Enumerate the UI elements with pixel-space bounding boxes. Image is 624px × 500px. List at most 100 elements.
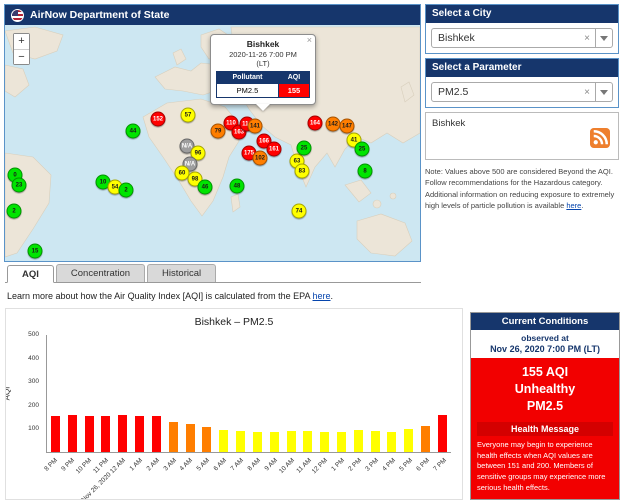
chart-bar[interactable] xyxy=(168,422,178,452)
aqi-map-marker[interactable]: 2 xyxy=(6,203,22,219)
current-pollutant: PM2.5 xyxy=(526,398,564,413)
chart-bar[interactable] xyxy=(303,431,313,452)
chart-bar[interactable] xyxy=(202,427,212,452)
chart-bar[interactable] xyxy=(135,416,145,452)
aqi-map-marker[interactable]: 57 xyxy=(180,107,196,123)
aqi-status-block: 155 AQI Unhealthy PM2.5 Health Message E… xyxy=(471,358,619,499)
chart-bar[interactable] xyxy=(151,416,161,452)
chart-bar-slot xyxy=(232,335,249,452)
select-city-header: Select a City xyxy=(426,5,618,23)
chart-bar-slot xyxy=(283,335,300,452)
observed-section: observed at Nov 26, 2020 7:00 PM (LT) xyxy=(471,330,619,358)
parameter-dropdown-arrow-box[interactable] xyxy=(595,83,612,101)
parameter-select[interactable]: PM2.5 × xyxy=(431,82,613,102)
popup-aqi-value: 155 xyxy=(277,83,311,98)
aqi-map-marker[interactable]: 25 xyxy=(296,140,312,156)
chart-bar[interactable] xyxy=(50,416,60,452)
page: AirNow Department of State + − 0 23 2 15… xyxy=(0,0,624,500)
aqi-map-marker[interactable]: 15 xyxy=(27,243,43,259)
current-conditions-panel: Current Conditions observed at Nov 26, 2… xyxy=(470,312,620,500)
chart-bar[interactable] xyxy=(118,415,128,452)
current-conditions-header: Current Conditions xyxy=(471,313,619,330)
chart-yticks: 100 200 300 400 500 xyxy=(6,331,42,453)
chart-bar[interactable] xyxy=(286,431,296,452)
chart-y-tick-label: 500 xyxy=(28,331,39,338)
rss-icon[interactable] xyxy=(590,128,610,148)
chart-y-tick-label: 300 xyxy=(28,378,39,386)
world-map[interactable]: + − 023215105424415257791101631121411661… xyxy=(5,25,420,261)
zoom-in-button[interactable]: + xyxy=(14,34,29,49)
popup-aqi-header: AQI xyxy=(277,71,311,84)
zoom-out-button[interactable]: − xyxy=(14,49,29,64)
chart-bar[interactable] xyxy=(101,416,111,452)
chart-bar[interactable] xyxy=(404,429,414,452)
learn-link[interactable]: here xyxy=(313,291,331,301)
chart-bar[interactable] xyxy=(353,430,363,452)
aqi-map-marker[interactable]: 161 xyxy=(266,141,282,157)
chart-bar[interactable] xyxy=(252,432,262,452)
aqi-map-marker[interactable]: 83 xyxy=(294,163,310,179)
chart-bar-slot xyxy=(81,335,98,452)
aqi-map-marker[interactable]: 25 xyxy=(354,141,370,157)
chart-bar[interactable] xyxy=(421,426,431,452)
chart-bar[interactable] xyxy=(370,431,380,452)
health-message-header: Health Message xyxy=(477,421,613,436)
popup-tail xyxy=(256,104,270,111)
city-select[interactable]: Bishkek × xyxy=(431,28,613,48)
chart-bar-slot xyxy=(148,335,165,452)
chart-bar-slot xyxy=(384,335,401,452)
chart-bar[interactable] xyxy=(320,432,330,452)
chart-bar[interactable] xyxy=(269,432,279,452)
parameter-select-value: PM2.5 xyxy=(438,86,469,98)
aqi-map-marker[interactable]: 164 xyxy=(307,115,323,131)
chart-y-tick-label: 400 xyxy=(28,354,39,362)
chart-bar-slot xyxy=(64,335,81,452)
note-link[interactable]: here xyxy=(566,201,581,210)
city-clear-icon[interactable]: × xyxy=(579,33,595,44)
chart-bar-slot xyxy=(367,335,384,452)
beyond-aqi-note: Note: Values above 500 are considered Be… xyxy=(425,166,619,211)
popup-close-icon[interactable]: × xyxy=(307,35,312,45)
tab-concentration[interactable]: Concentration xyxy=(55,264,146,282)
chart-bar-slot xyxy=(400,335,417,452)
city-dropdown-arrow-box[interactable] xyxy=(595,29,612,47)
popup-city: Bishkek xyxy=(246,39,280,49)
aqi-map-marker[interactable]: 2 xyxy=(118,182,134,198)
chart-bar[interactable] xyxy=(219,430,229,452)
aqi-map-marker[interactable]: 152 xyxy=(150,111,166,127)
chart-bar[interactable] xyxy=(185,424,195,452)
aqi-map-marker[interactable]: 8 xyxy=(357,163,373,179)
chart-bar[interactable] xyxy=(437,415,447,452)
chart-bar[interactable] xyxy=(236,431,246,452)
learn-text: Learn more about how the Air Quality Ind… xyxy=(7,291,313,301)
aqi-map-marker[interactable]: 44 xyxy=(125,123,141,139)
chart-bar-slot xyxy=(182,335,199,452)
chart-bar[interactable] xyxy=(336,432,346,452)
aqi-map-marker[interactable]: 141 xyxy=(247,118,263,134)
aqi-map-marker[interactable]: 147 xyxy=(339,118,355,134)
map-popup: × Bishkek 2020-11-26 7:00 PM (LT) Pollut… xyxy=(210,34,316,111)
popup-pollutant-header: Pollutant xyxy=(216,71,279,84)
aqi-map-marker[interactable]: 48 xyxy=(229,178,245,194)
note-text: Note: Values above 500 are considered Be… xyxy=(425,167,615,210)
select-parameter-panel: Select a Parameter PM2.5 × xyxy=(425,58,619,108)
chevron-down-icon xyxy=(600,35,608,41)
chart-bar-slot xyxy=(299,335,316,452)
tab-aqi[interactable]: AQI xyxy=(7,265,54,283)
aqi-map-marker[interactable]: 102 xyxy=(252,150,268,166)
aqi-map-marker[interactable]: 142 xyxy=(325,116,341,132)
select-city-panel: Select a City Bishkek × xyxy=(425,4,619,54)
chart-tabs: AQI Concentration Historical xyxy=(5,264,421,283)
aqi-map-marker[interactable]: 74 xyxy=(291,203,307,219)
observed-at-datetime: Nov 26, 2020 7:00 PM (LT) xyxy=(490,344,600,354)
aqi-map-marker[interactable]: 23 xyxy=(11,177,27,193)
current-aqi-category: Unhealthy xyxy=(514,381,576,396)
parameter-clear-icon[interactable]: × xyxy=(579,87,595,98)
aqi-map-marker[interactable]: 46 xyxy=(197,179,213,195)
chart-bar[interactable] xyxy=(67,415,77,452)
popup-table: Pollutant AQI PM2.5 155 xyxy=(216,71,311,98)
chart-bar[interactable] xyxy=(84,416,94,452)
observed-at-label: observed at xyxy=(521,333,569,343)
chart-bar[interactable] xyxy=(387,432,397,452)
tab-historical[interactable]: Historical xyxy=(147,264,217,282)
